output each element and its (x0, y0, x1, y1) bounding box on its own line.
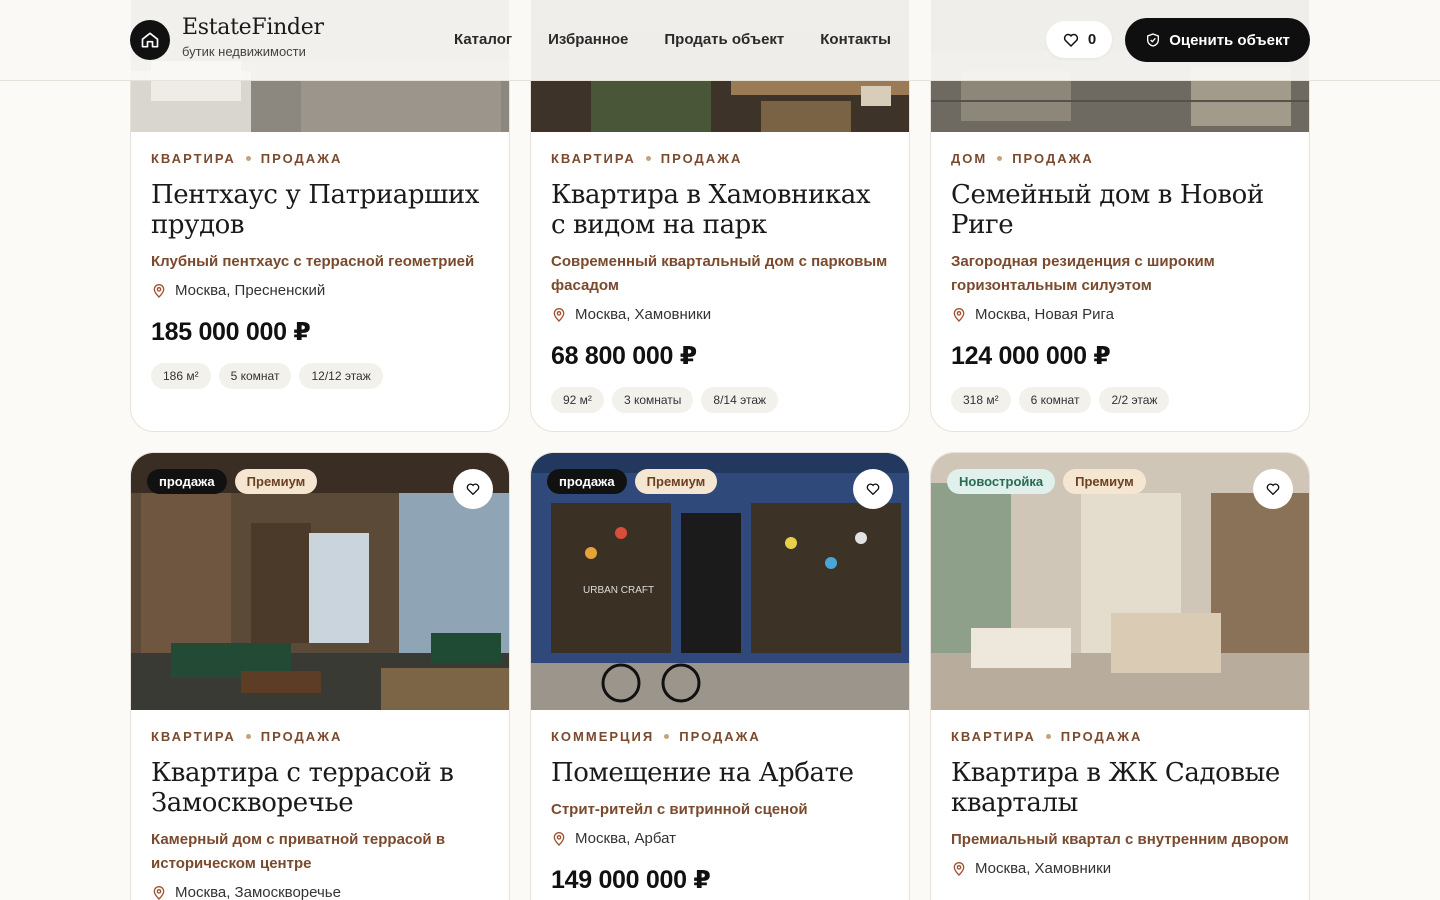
badge-deal: продажа (547, 469, 627, 494)
badge-premium: Премиум (1063, 469, 1146, 494)
listing-category: квартира продажа (151, 151, 343, 166)
shop-sign: URBAN CRAFT (583, 585, 654, 596)
heart-icon (466, 483, 480, 496)
tag-floor: 2/2 этаж (1099, 387, 1170, 413)
listing-tags: 92 м² 3 комнаты 8/14 этаж (551, 387, 889, 413)
home-logo-icon[interactable] (130, 20, 170, 60)
listing-subtitle: Стрит-ритейл с витринной сценой (551, 801, 808, 818)
listing-badges: Новостройка Премиум (947, 469, 1146, 494)
estimate-button-label: Оценить объект (1169, 31, 1290, 49)
tag-area: 186 м² (151, 363, 211, 389)
listing-title[interactable]: Семейный дом в Новой Риге (951, 180, 1289, 240)
tag-area: 92 м² (551, 387, 604, 413)
tag-floor: 12/12 этаж (299, 363, 383, 389)
listing-tags: 318 м² 6 комнат 2/2 этаж (951, 387, 1289, 413)
listing-tags: 186 м² 5 комнат 12/12 этаж (151, 363, 489, 389)
listing-card[interactable]: продажа Премиум квартира продажа Квартира… (130, 452, 510, 900)
tag-rooms: 5 комнат (218, 363, 292, 389)
listing-subtitle: Клубный пентхаус с террасной геометрией (151, 253, 475, 270)
listing-title[interactable]: Квартира в Хамовниках с видом на парк (551, 180, 889, 240)
tag-rooms: 3 комнаты (611, 387, 694, 413)
listing-subtitle: Камерный дом с приватной террасой в исто… (151, 831, 446, 872)
brand-tagline: бутик недвижимости (182, 44, 306, 59)
location-pin-icon (553, 831, 565, 846)
estimate-button[interactable]: Оценить объект (1125, 18, 1310, 62)
listing-price: 149 000 000 ₽ (551, 866, 711, 894)
listing-price: 185 000 000 ₽ (151, 318, 311, 346)
listing-card[interactable]: Новостройка Премиум квартира продажа Квар… (930, 452, 1310, 900)
favorite-toggle-button[interactable] (453, 469, 493, 509)
listing-title[interactable]: Квартира в ЖК Садовые кварталы (951, 758, 1289, 818)
listing-category: коммерция продажа (551, 729, 761, 744)
brand-name[interactable]: EstateFinder (182, 15, 324, 40)
nav-sell[interactable]: Продать объект (664, 31, 784, 48)
badge-new-building: Новостройка (947, 469, 1056, 494)
listing-subtitle: Премиальный квартал с внутренним двором (951, 831, 1289, 848)
tag-area: 318 м² (951, 387, 1011, 413)
listing-category: дом продажа (951, 151, 1094, 166)
listing-category: квартира продажа (551, 151, 743, 166)
listing-price: 68 800 000 ₽ (551, 342, 697, 370)
listing-location: Москва, Замоскворечье (151, 884, 489, 900)
listing-price: 124 000 000 ₽ (951, 342, 1111, 370)
listing-badges: продажа Премиум (547, 469, 718, 494)
favorites-count: 0 (1087, 31, 1097, 48)
badge-premium: Премиум (234, 469, 318, 494)
heart-icon (866, 483, 880, 496)
listing-location: Москва, Хамовники (951, 860, 1289, 877)
location-pin-icon (153, 885, 165, 900)
badge-deal: продажа (147, 469, 227, 494)
shield-check-icon (1147, 33, 1160, 47)
favorite-toggle-button[interactable] (1253, 469, 1293, 509)
listing-location: Москва, Арбат (551, 830, 889, 847)
location-pin-icon (153, 283, 165, 298)
heart-icon (1063, 33, 1078, 47)
location-pin-icon (953, 861, 965, 876)
listing-title[interactable]: Пентхаус у Патриарших прудов (151, 180, 489, 240)
main-nav: Каталог Избранное Продать объект Контакт… (454, 31, 891, 48)
nav-contacts[interactable]: Контакты (820, 31, 891, 48)
listing-card[interactable]: URBAN CRAFT продажа Премиум коммерция про… (530, 452, 910, 900)
listing-category: квартира продажа (951, 729, 1143, 744)
favorites-button[interactable]: 0 (1046, 21, 1112, 58)
nav-catalog[interactable]: Каталог (454, 31, 512, 48)
listing-badges: продажа Премиум (147, 469, 318, 494)
listing-location: Москва, Новая Рига (951, 306, 1289, 323)
listing-location: Москва, Хамовники (551, 306, 889, 323)
listing-category: квартира продажа (151, 729, 343, 744)
badge-premium: Премиум (634, 469, 718, 494)
location-pin-icon (553, 307, 565, 322)
tag-rooms: 6 комнат (1018, 387, 1092, 413)
favorite-toggle-button[interactable] (853, 469, 893, 509)
nav-favorites[interactable]: Избранное (548, 31, 628, 48)
heart-icon (1266, 483, 1280, 496)
location-pin-icon (953, 307, 965, 322)
listing-title[interactable]: Помещение на Арбате (551, 758, 889, 788)
listing-subtitle: Загородная резиденция с широким горизонт… (951, 253, 1215, 294)
site-header: EstateFinder бутик недвижимости Каталог … (0, 0, 1440, 81)
listing-location: Москва, Пресненский (151, 282, 489, 299)
tag-floor: 8/14 этаж (701, 387, 779, 413)
listing-subtitle: Современный квартальный дом с парковым ф… (551, 253, 888, 294)
listing-title[interactable]: Квартира с террасой в Замоскворечье (151, 758, 489, 818)
